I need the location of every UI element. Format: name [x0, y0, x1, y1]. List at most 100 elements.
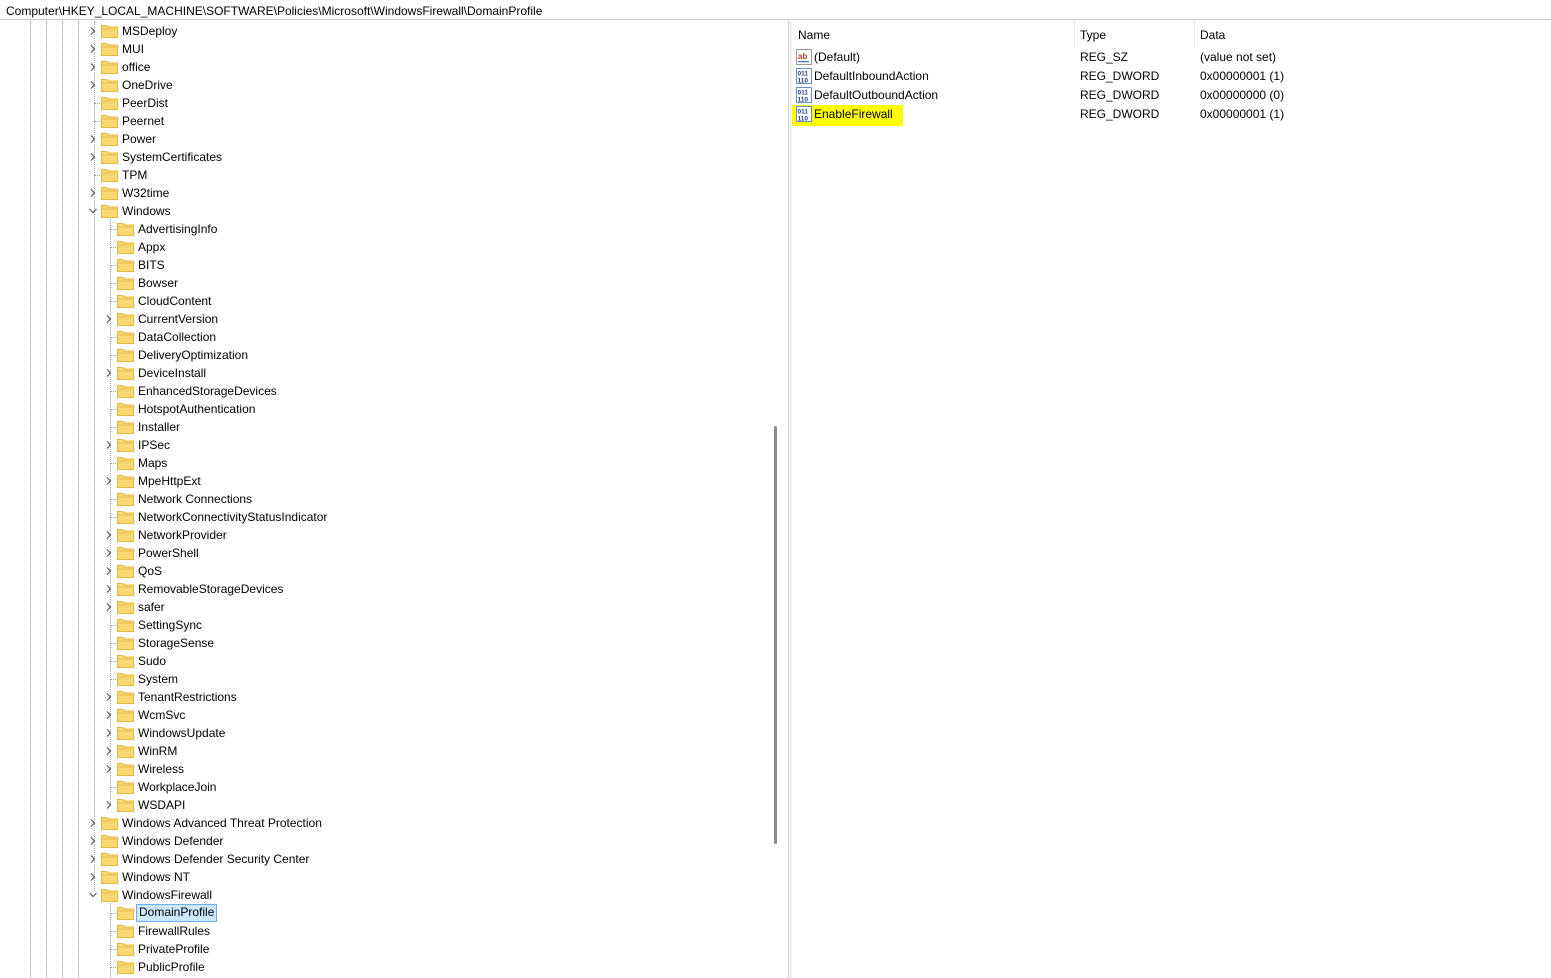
tree-node-label[interactable]: TenantRestrictions [136, 689, 239, 705]
tree-node[interactable]: EnhancedStorageDevices [0, 382, 760, 400]
tree-node[interactable]: safer [0, 598, 760, 616]
tree-node-label[interactable]: StorageSense [136, 635, 216, 651]
tree-node[interactable]: BITS [0, 256, 760, 274]
tree-node[interactable]: W32time [0, 184, 760, 202]
tree-node-label[interactable]: PublicProfile [136, 959, 207, 975]
chevron-right-icon[interactable] [87, 835, 99, 847]
tree-node-label[interactable]: EnhancedStorageDevices [136, 383, 279, 399]
tree-node[interactable]: PublicProfile [0, 958, 760, 976]
tree-node[interactable]: MpeHttpExt [0, 472, 760, 490]
tree-node-label[interactable]: safer [136, 599, 167, 615]
tree-node[interactable]: DeliveryOptimization [0, 346, 760, 364]
tree-node[interactable]: StorageSense [0, 634, 760, 652]
tree-node[interactable]: QoS [0, 562, 760, 580]
tree-node[interactable]: MSDeploy [0, 22, 760, 40]
tree-node-label[interactable]: SystemCertificates [120, 149, 224, 165]
tree-node[interactable]: PrivateProfile [0, 940, 760, 958]
value-name[interactable]: DefaultOutboundAction [812, 87, 940, 103]
tree-node-label[interactable]: AdvertisingInfo [136, 221, 219, 237]
tree-node[interactable]: DataCollection [0, 328, 760, 346]
chevron-right-icon[interactable] [87, 25, 99, 37]
chevron-right-icon[interactable] [103, 709, 115, 721]
tree-node[interactable]: Wireless [0, 760, 760, 778]
tree-node-label[interactable]: TPM [120, 167, 149, 183]
tree-node-label[interactable]: BITS [136, 257, 167, 273]
value-row[interactable]: 011 110 DefaultOutboundAction REG_DWORD 0x00… [792, 86, 1551, 105]
tree-node[interactable]: Windows Defender Security Center [0, 850, 760, 868]
tree-node-label[interactable]: SettingSync [136, 617, 204, 633]
tree-node[interactable]: office [0, 58, 760, 76]
tree-node-label[interactable]: Peernet [120, 113, 166, 129]
tree-node[interactable]: TenantRestrictions [0, 688, 760, 706]
chevron-right-icon[interactable] [87, 61, 99, 73]
chevron-right-icon[interactable] [103, 547, 115, 559]
tree-node-label[interactable]: MSDeploy [120, 23, 179, 39]
chevron-right-icon[interactable] [87, 151, 99, 163]
chevron-right-icon[interactable] [103, 763, 115, 775]
chevron-right-icon[interactable] [103, 727, 115, 739]
tree-node-label[interactable]: NetworkProvider [136, 527, 229, 543]
value-name[interactable]: EnableFirewall [812, 106, 895, 122]
values-list[interactable]: Name Type Data ab (Default) REG_SZ (value n… [792, 21, 1551, 978]
tree-node[interactable]: FirewallRules [0, 922, 760, 940]
tree-node[interactable]: Installer [0, 418, 760, 436]
tree-node-label[interactable]: WorkplaceJoin [136, 779, 218, 795]
tree-node[interactable]: Appx [0, 238, 760, 256]
tree-node-label[interactable]: Network Connections [136, 491, 254, 507]
tree-node-label[interactable]: System [136, 671, 180, 687]
column-header-type[interactable]: Type [1074, 21, 1194, 47]
address-bar[interactable]: Computer\HKEY_LOCAL_MACHINE\SOFTWARE\Pol… [0, 0, 1551, 20]
tree-node-label[interactable]: Windows [120, 203, 173, 219]
chevron-right-icon[interactable] [103, 529, 115, 541]
tree-node-label[interactable]: office [120, 59, 152, 75]
chevron-right-icon[interactable] [103, 583, 115, 595]
tree-node-label[interactable]: MUI [120, 41, 146, 57]
tree-node-label[interactable]: Installer [136, 419, 182, 435]
tree-node-label[interactable]: Power [120, 131, 158, 147]
tree-node-label[interactable]: OneDrive [120, 77, 175, 93]
chevron-down-icon[interactable] [87, 889, 99, 901]
tree-node[interactable]: NetworkConnectivityStatusIndicator [0, 508, 760, 526]
tree-node-label[interactable]: Windows Advanced Threat Protection [120, 815, 324, 831]
key-tree[interactable]: MSDeploy MUI office OneDrive PeerDist Peernet… [0, 21, 768, 978]
chevron-right-icon[interactable] [87, 133, 99, 145]
tree-node[interactable]: Maps [0, 454, 760, 472]
tree-node[interactable]: AdvertisingInfo [0, 220, 760, 238]
tree-node-label[interactable]: RemovableStorageDevices [136, 581, 285, 597]
tree-node[interactable]: Windows Defender [0, 832, 760, 850]
chevron-right-icon[interactable] [103, 799, 115, 811]
tree-node[interactable]: WcmSvc [0, 706, 760, 724]
chevron-right-icon[interactable] [87, 79, 99, 91]
tree-node-label[interactable]: Windows NT [120, 869, 192, 885]
chevron-right-icon[interactable] [87, 43, 99, 55]
tree-node[interactable]: HotspotAuthentication [0, 400, 760, 418]
address-path[interactable]: Computer\HKEY_LOCAL_MACHINE\SOFTWARE\Pol… [6, 4, 542, 18]
tree-node[interactable]: Windows NT [0, 868, 760, 886]
column-header-name[interactable]: Name [792, 21, 1074, 47]
tree-node[interactable]: Network Connections [0, 490, 760, 508]
tree-node[interactable]: Bowser [0, 274, 760, 292]
tree-node-label[interactable]: PrivateProfile [136, 941, 211, 957]
value-name[interactable]: (Default) [812, 49, 862, 65]
value-row[interactable]: ab (Default) REG_SZ (value not set) [792, 48, 1551, 67]
tree-node-label[interactable]: FirewallRules [136, 923, 212, 939]
value-row[interactable]: 011 110 DefaultInboundAction REG_DWORD 0x000… [792, 67, 1551, 86]
chevron-right-icon[interactable] [103, 745, 115, 757]
tree-node-label[interactable]: Bowser [136, 275, 180, 291]
tree-node[interactable]: WindowsFirewall [0, 886, 760, 904]
tree-node[interactable]: IPSec [0, 436, 760, 454]
tree-node[interactable]: CloudContent [0, 292, 760, 310]
tree-node[interactable]: TPM [0, 166, 760, 184]
tree-node[interactable]: WSDAPI [0, 796, 760, 814]
tree-node[interactable]: Windows [0, 202, 760, 220]
tree-node-label[interactable]: Maps [136, 455, 169, 471]
column-header-data[interactable]: Data [1194, 21, 1551, 47]
tree-node[interactable]: NetworkProvider [0, 526, 760, 544]
tree-node[interactable]: Sudo [0, 652, 760, 670]
tree-node[interactable]: SettingSync [0, 616, 760, 634]
tree-node-label[interactable]: DataCollection [136, 329, 218, 345]
tree-node[interactable]: Power [0, 130, 760, 148]
tree-node-label[interactable]: PowerShell [136, 545, 201, 561]
tree-node[interactable]: RemovableStorageDevices [0, 580, 760, 598]
tree-node-label[interactable]: QoS [136, 563, 164, 579]
